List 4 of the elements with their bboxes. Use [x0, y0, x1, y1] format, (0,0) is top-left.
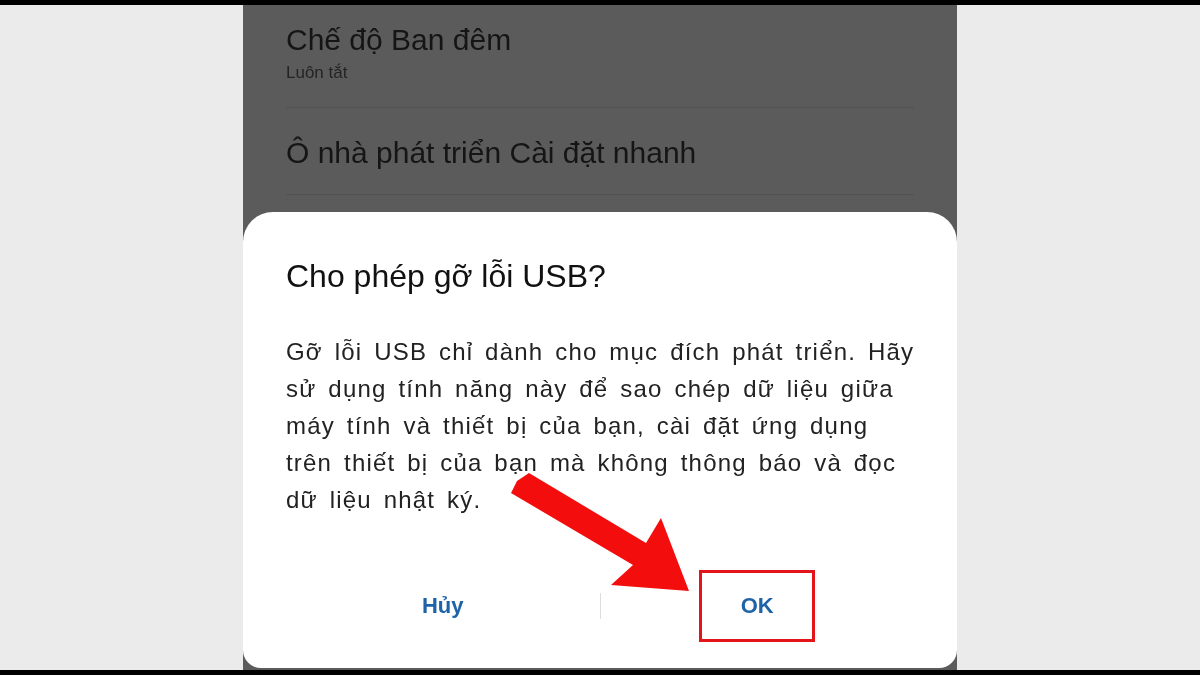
dialog-button[interactable]: Hủy	[388, 570, 497, 642]
dialog-message: Gỡ lỗi USB chỉ dành cho mục đích phát triển. Hãy sử dụng tính năng này để sao chép dữ liệu giữa máy tính và thiết bị của bạn, cài đặt ứng dụng trên thiết bị của bạn mà không thông báo và đọc dữ liệu nhật ký.	[286, 337, 916, 515]
dialog-title: Cho phép gỡ lỗi USB?	[286, 258, 607, 295]
dialog-button[interactable]: OK	[699, 570, 816, 642]
